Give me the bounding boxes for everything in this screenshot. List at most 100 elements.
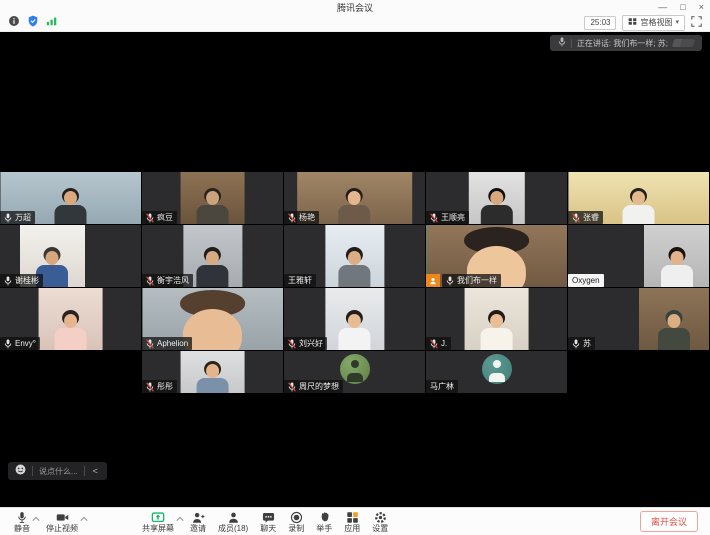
tile-label-bar: 周尺的梦想 [284, 380, 343, 393]
participant-name-label: 周尺的梦想 [284, 380, 343, 393]
tile-label-bar: 王雅轩 [284, 274, 316, 287]
video-tile[interactable]: J. [426, 288, 567, 350]
video-tile[interactable]: Envy° [0, 288, 141, 350]
fullscreen-icon[interactable] [691, 14, 702, 32]
video-tile[interactable]: 衡宇浩风 [142, 225, 283, 287]
grid-row: Envy° Aphelion 刘兴好 J. 苏 [0, 288, 710, 350]
invite-icon [192, 511, 205, 524]
participant-name: 疯豆 [157, 211, 173, 224]
audio-wave-icon [673, 34, 694, 52]
toolbar-item-label: 聊天 [260, 524, 276, 533]
close-button[interactable]: × [699, 0, 704, 15]
mic-muted-icon [288, 213, 296, 223]
chevron-down-icon: ▾ [675, 18, 679, 28]
host-badge-icon [426, 274, 440, 287]
window-title: 腾讯会议 [337, 1, 373, 14]
video-tile[interactable]: 王雅轩 [284, 225, 425, 287]
participant-name-label: 疯豆 [142, 211, 177, 224]
toolbar-item-label: 录制 [288, 524, 304, 533]
mic-on-icon [4, 213, 12, 223]
participant-name: 刘兴好 [299, 337, 323, 350]
share-screen-icon [151, 511, 165, 524]
video-tile[interactable]: 谢桂彬 [0, 225, 141, 287]
toolbar-camera-button[interactable]: 停止视频 [46, 511, 78, 533]
participant-video [639, 288, 710, 350]
toolbar-item-label: 举手 [316, 524, 332, 533]
chevron-up-icon[interactable] [32, 509, 40, 527]
quick-chat-bar[interactable]: 说点什么... < [8, 462, 107, 480]
participant-name: 苏 [583, 337, 591, 350]
maximize-button[interactable]: □ [680, 0, 685, 15]
mic-muted-icon [288, 339, 296, 349]
participant-name-label: 王雅轩 [284, 274, 316, 287]
chevron-up-icon[interactable] [80, 509, 88, 527]
mic-on-icon [446, 276, 454, 286]
chevron-up-icon[interactable] [176, 509, 184, 527]
settings-icon [374, 511, 387, 524]
statusbar: 25:03 宫格视图 ▾ [0, 15, 710, 32]
participant-name: Aphelion [157, 337, 188, 350]
video-tile[interactable]: 王顺亮 [426, 172, 567, 224]
tile-label-bar: 谢桂彬 [0, 274, 43, 287]
participant-name-label: Oxygen [568, 274, 604, 287]
raise-hand-icon [318, 511, 331, 524]
participant-name-label: 彤彤 [142, 380, 177, 393]
toolbar-share-screen-button[interactable]: 共享屏幕 [142, 511, 174, 533]
toolbar-apps-button[interactable]: 应用 [344, 511, 360, 533]
emoji-smile-icon[interactable] [15, 462, 26, 480]
toolbar-invite-button[interactable]: 邀请 [190, 511, 206, 533]
toolbar-members-button[interactable]: 成员(18) [218, 511, 248, 533]
toolbar-record-button[interactable]: 录制 [288, 511, 304, 533]
participant-video [325, 225, 384, 287]
toolbar-chat-button[interactable]: 聊天 [260, 511, 276, 533]
participant-avatar [482, 354, 512, 384]
participant-name-label: 杨艳 [284, 211, 319, 224]
video-tile[interactable]: Oxygen [568, 225, 709, 287]
participant-name: 万超 [15, 211, 31, 224]
chat-input-placeholder[interactable]: 说点什么... [39, 466, 78, 477]
security-shield-icon[interactable] [27, 14, 39, 32]
meeting-timer: 25:03 [584, 16, 616, 30]
collapse-chat-button[interactable]: < [91, 466, 100, 476]
network-signal-icon[interactable] [46, 14, 58, 32]
participant-video [180, 351, 245, 393]
tile-label-bar: 王顺亮 [426, 211, 469, 224]
minimize-button[interactable]: — [658, 0, 667, 15]
participant-name: 谢桂彬 [15, 274, 39, 287]
leave-meeting-button[interactable]: 离开会议 [640, 511, 698, 532]
participant-name: 彤彤 [157, 380, 173, 393]
mic-muted-icon [146, 276, 154, 286]
record-icon [290, 511, 303, 524]
video-grid: 万超 疯豆 杨艳 王顺亮 张睿谢桂彬 衡宇浩风 王雅轩 我们布一样Oxygen Envy° Aph… [0, 172, 710, 394]
video-tile[interactable]: Aphelion [142, 288, 283, 350]
participant-name: 王顺亮 [441, 211, 465, 224]
toolbar-item-label: 应用 [344, 524, 360, 533]
mic-on-icon [572, 339, 580, 349]
participant-name-label: 衡宇浩风 [142, 274, 193, 287]
toolbar-settings-button[interactable]: 设置 [372, 511, 388, 533]
participant-name-label: 苏 [568, 337, 595, 350]
video-tile[interactable]: 彤彤 [142, 351, 283, 393]
video-tile[interactable]: 马广林 [426, 351, 567, 393]
info-icon[interactable] [8, 14, 20, 32]
toolbar-raise-hand-button[interactable]: 举手 [316, 511, 332, 533]
video-tile[interactable]: 疯豆 [142, 172, 283, 224]
toolbar-microphone-button[interactable]: 静音 [14, 511, 30, 533]
video-tile[interactable]: 周尺的梦想 [284, 351, 425, 393]
video-tile[interactable]: 我们布一样 [426, 225, 567, 287]
participant-video [38, 288, 103, 350]
participant-name-label: Aphelion [142, 337, 192, 350]
video-tile[interactable]: 万超 [0, 172, 141, 224]
grid-row: 彤彤 周尺的梦想 马广林 [142, 351, 710, 393]
participant-name: 衡宇浩风 [157, 274, 189, 287]
video-tile[interactable]: 刘兴好 [284, 288, 425, 350]
video-tile[interactable]: 杨艳 [284, 172, 425, 224]
tile-label-bar: 疯豆 [142, 211, 177, 224]
toolbar-item-label: 成员(18) [218, 524, 248, 533]
video-tile[interactable]: 张睿 [568, 172, 709, 224]
mic-muted-icon [146, 213, 154, 223]
participant-name-label: Envy° [0, 337, 40, 350]
layout-view-button[interactable]: 宫格视图 ▾ [622, 15, 685, 31]
video-tile[interactable]: 苏 [568, 288, 709, 350]
grid-row: 谢桂彬 衡宇浩风 王雅轩 我们布一样Oxygen [0, 225, 710, 287]
